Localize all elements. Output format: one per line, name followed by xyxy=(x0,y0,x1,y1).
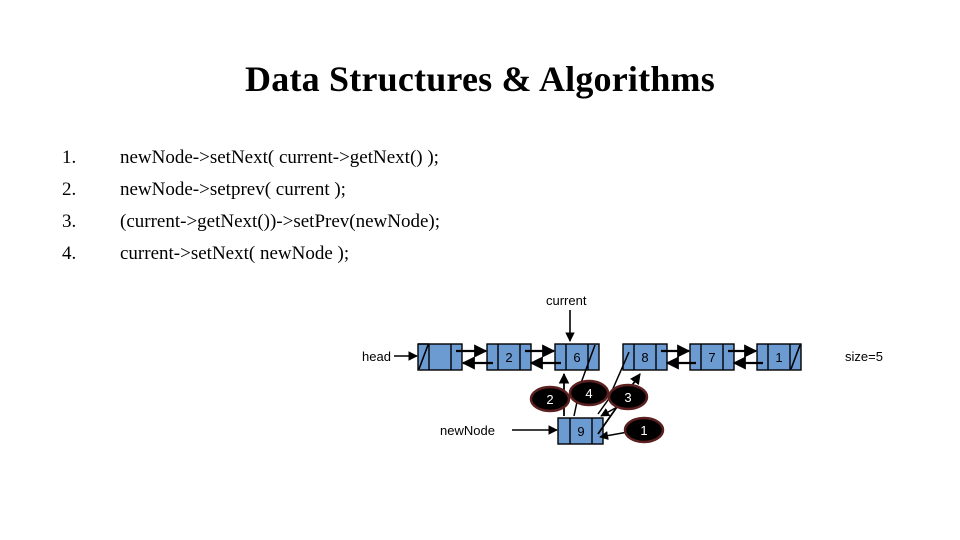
step-marker-4-label: 4 xyxy=(585,386,592,401)
list-item-number: 2. xyxy=(62,179,77,200)
link-8-to-7 xyxy=(661,344,696,370)
step1-link-newnode-next-to-8 xyxy=(597,373,641,435)
list-node-6 xyxy=(554,343,600,371)
list-item: 1. newNode->setNext( current->getNext() … xyxy=(62,142,682,174)
page-title: Data Structures & Algorithms xyxy=(245,59,715,99)
list-item-code: newNode->setprev( current ); xyxy=(120,179,346,200)
step-marker-2: 2 xyxy=(529,385,571,413)
step3-marker-leader xyxy=(600,405,620,417)
link-2-to-6 xyxy=(525,344,561,370)
list-item-code: newNode->setNext( current->getNext() ); xyxy=(120,147,439,168)
list-item: 3. (current->getNext())->setPrev(newNode… xyxy=(62,206,682,238)
step-marker-1: 1 xyxy=(623,416,665,444)
step-marker-3: 3 xyxy=(607,383,649,411)
size-label: size=5 xyxy=(845,349,883,364)
link-head-to-2 xyxy=(456,344,493,370)
list-node-8-value: 8 xyxy=(641,350,648,365)
step-marker-2-label: 2 xyxy=(546,392,553,407)
list-item-code: (current->getNext())->setPrev(newNode); xyxy=(120,211,441,232)
step1-marker-leader xyxy=(599,431,629,441)
new-node xyxy=(557,417,604,445)
step4-link-current-next-to-newnode xyxy=(573,344,596,417)
slide-canvas: Data Structures & Algorithms 1. newNode-… xyxy=(0,0,960,540)
list-item-number: 1. xyxy=(62,147,77,168)
list-node-2 xyxy=(486,343,532,371)
head-label: head xyxy=(362,349,391,364)
list-node-7 xyxy=(689,343,735,371)
step3-link-8prev-to-newnode xyxy=(597,351,630,415)
list-node-1 xyxy=(756,343,802,371)
list-item: 2. newNode->setprev( current ); xyxy=(62,174,682,206)
newnode-label: newNode xyxy=(440,423,495,438)
list-item-number: 3. xyxy=(62,211,77,232)
list-item-code: current->setNext( newNode ); xyxy=(120,243,350,264)
code-steps-list: 1. newNode->setNext( current->getNext() … xyxy=(62,142,682,270)
list-node-7-value: 7 xyxy=(708,350,715,365)
step-marker-4: 4 xyxy=(568,379,610,407)
link-7-to-1 xyxy=(728,344,763,370)
list-item-number: 4. xyxy=(62,243,77,264)
list-node-8 xyxy=(622,343,668,371)
step-marker-3-label: 3 xyxy=(624,390,631,405)
list-node-2-value: 2 xyxy=(505,350,512,365)
list-node-6-value: 6 xyxy=(573,350,580,365)
current-label: current xyxy=(546,293,587,308)
list-item: 4. current->setNext( newNode ); xyxy=(62,238,682,270)
list-node-head xyxy=(417,343,463,371)
list-node-1-value: 1 xyxy=(775,350,782,365)
new-node-value: 9 xyxy=(577,424,584,439)
step-marker-1-label: 1 xyxy=(640,423,647,438)
